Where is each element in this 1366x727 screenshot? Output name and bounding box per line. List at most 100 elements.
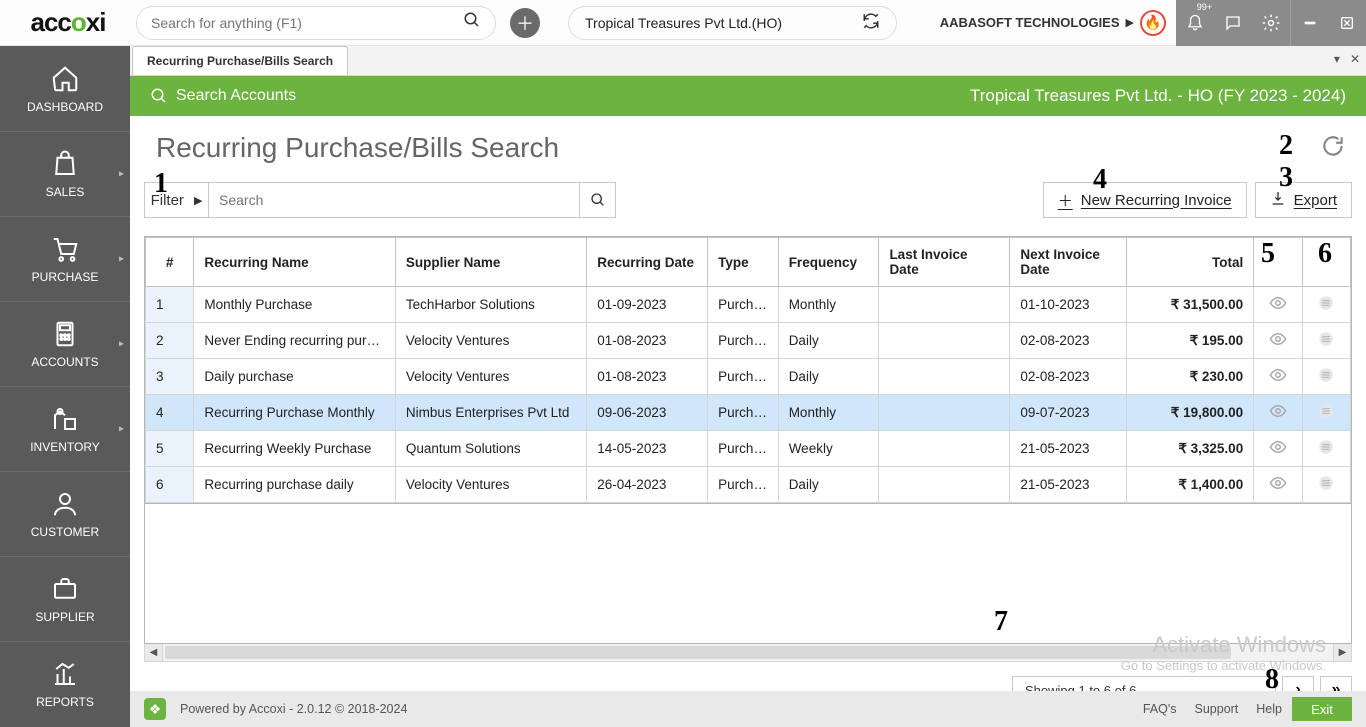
cell-supplier: Quantum Solutions — [395, 431, 586, 467]
close-window-icon[interactable] — [1328, 0, 1366, 46]
tab-close-icon[interactable]: ✕ — [1350, 52, 1360, 66]
nav-label: SUPPLIER — [35, 610, 94, 624]
cell-last — [879, 467, 1010, 503]
customer-icon — [50, 489, 80, 519]
filter-label-text: Filter — [151, 192, 184, 209]
row-menu-icon[interactable] — [1302, 323, 1350, 359]
cell-freq: Monthly — [778, 287, 879, 323]
view-icon[interactable] — [1254, 323, 1302, 359]
cell-idx: 2 — [146, 323, 194, 359]
gear-icon[interactable] — [1252, 0, 1290, 46]
company-selector[interactable]: Tropical Treasures Pvt Ltd.(HO) — [568, 6, 897, 40]
cell-idx: 4 — [146, 395, 194, 431]
scroll-right-icon[interactable]: ▶ — [1333, 644, 1351, 661]
export-button[interactable]: Export — [1255, 182, 1352, 218]
cell-rdate: 26-04-2023 — [587, 467, 708, 503]
col-type[interactable]: Type — [708, 238, 779, 287]
filter-button[interactable]: Filter ▶ — [145, 183, 209, 217]
notifications-icon[interactable]: 99+ — [1176, 0, 1214, 46]
table-header-row: # Recurring Name Supplier Name Recurring… — [146, 238, 1351, 287]
global-search-input[interactable] — [151, 15, 463, 31]
footer-faqs[interactable]: FAQ's — [1143, 702, 1177, 716]
chevron-right-icon: ▸ — [119, 339, 124, 350]
nav-accounts[interactable]: ACCOUNTS ▸ — [0, 301, 130, 386]
cell-rdate: 01-08-2023 — [587, 359, 708, 395]
cell-total: ₹ 1,400.00 — [1127, 467, 1254, 503]
new-recurring-invoice-button[interactable]: ＋ New Recurring Invoice — [1043, 182, 1247, 218]
cell-type: Purchase — [708, 395, 779, 431]
row-menu-icon[interactable] — [1302, 359, 1350, 395]
col-idx[interactable]: # — [146, 238, 194, 287]
table-row[interactable]: 5Recurring Weekly PurchaseQuantum Soluti… — [146, 431, 1351, 467]
chevron-right-icon: ▸ — [119, 169, 124, 180]
footer-help[interactable]: Help — [1256, 702, 1282, 716]
col-freq[interactable]: Frequency — [778, 238, 879, 287]
view-icon[interactable] — [1254, 359, 1302, 395]
scroll-thumb[interactable] — [165, 646, 1231, 659]
table-row[interactable]: 1Monthly PurchaseTechHarbor Solutions01-… — [146, 287, 1351, 323]
cell-type: Purchase — [708, 359, 779, 395]
row-menu-icon[interactable] — [1302, 395, 1350, 431]
cart-icon — [50, 234, 80, 264]
cell-idx: 6 — [146, 467, 194, 503]
nav-dashboard[interactable]: DASHBOARD — [0, 46, 130, 131]
row-menu-icon[interactable] — [1302, 467, 1350, 503]
footer-powered: Powered by Accoxi - 2.0.12 © 2018-2024 — [180, 702, 407, 716]
new-recurring-label: New Recurring Invoice — [1081, 192, 1232, 209]
footer-support[interactable]: Support — [1195, 702, 1239, 716]
global-search[interactable] — [136, 6, 496, 40]
chevron-right-icon[interactable]: ▶ — [1126, 16, 1134, 29]
nav-sales[interactable]: SALES ▸ — [0, 131, 130, 216]
leaf-icon: ❖ — [144, 698, 166, 720]
fire-icon[interactable]: 🔥 — [1140, 10, 1166, 36]
sync-icon[interactable] — [862, 12, 880, 33]
refresh-icon[interactable] — [1320, 133, 1346, 164]
col-menu — [1302, 238, 1350, 287]
notif-badge: 99+ — [1197, 2, 1212, 12]
col-total[interactable]: Total — [1127, 238, 1254, 287]
col-last[interactable]: Last Invoice Date — [879, 238, 1010, 287]
view-icon[interactable] — [1254, 395, 1302, 431]
tab-menu-icon[interactable]: ▾ — [1334, 52, 1340, 66]
view-icon[interactable] — [1254, 287, 1302, 323]
nav-reports[interactable]: REPORTS — [0, 641, 130, 726]
cell-total: ₹ 31,500.00 — [1127, 287, 1254, 323]
horizontal-scrollbar[interactable]: ◀ ▶ — [144, 644, 1352, 662]
col-rdate[interactable]: Recurring Date — [587, 238, 708, 287]
scroll-left-icon[interactable]: ◀ — [145, 644, 163, 661]
table-row[interactable]: 3Daily purchaseVelocity Ventures01-08-20… — [146, 359, 1351, 395]
export-label: Export — [1294, 192, 1337, 209]
view-icon[interactable] — [1254, 431, 1302, 467]
chevron-right-icon: ▸ — [119, 424, 124, 435]
tab-recurring-search[interactable]: Recurring Purchase/Bills Search — [132, 46, 348, 75]
nav-label: REPORTS — [36, 695, 94, 709]
table-row[interactable]: 2Never Ending recurring purchaseVelocity… — [146, 323, 1351, 359]
search-icon[interactable] — [463, 11, 481, 34]
filter-search-button[interactable] — [580, 182, 616, 218]
nav-purchase[interactable]: PURCHASE ▸ — [0, 216, 130, 301]
calculator-icon — [50, 319, 80, 349]
col-next[interactable]: Next Invoice Date — [1010, 238, 1127, 287]
col-view — [1254, 238, 1302, 287]
org-name[interactable]: AABASOFT TECHNOLOGIES — [940, 15, 1120, 30]
cell-name: Recurring purchase daily — [194, 467, 396, 503]
nav-inventory[interactable]: INVENTORY ▸ — [0, 386, 130, 471]
nav-supplier[interactable]: SUPPLIER — [0, 556, 130, 641]
view-icon[interactable] — [1254, 467, 1302, 503]
nav-customer[interactable]: CUSTOMER — [0, 471, 130, 556]
table-row[interactable]: 4Recurring Purchase MonthlyNimbus Enterp… — [146, 395, 1351, 431]
filter-search-input[interactable] — [209, 183, 579, 217]
cell-type: Purchase — [708, 323, 779, 359]
col-name[interactable]: Recurring Name — [194, 238, 396, 287]
row-menu-icon[interactable] — [1302, 287, 1350, 323]
main-area: Recurring Purchase/Bills Search ▾ ✕ Sear… — [130, 46, 1366, 727]
table-row[interactable]: 6Recurring purchase dailyVelocity Ventur… — [146, 467, 1351, 503]
chat-icon[interactable] — [1214, 0, 1252, 46]
add-button[interactable]: ＋ — [510, 8, 540, 38]
company-selector-label: Tropical Treasures Pvt Ltd.(HO) — [585, 15, 782, 31]
exit-button[interactable]: Exit — [1292, 697, 1352, 721]
col-supplier[interactable]: Supplier Name — [395, 238, 586, 287]
minimize-icon[interactable] — [1290, 0, 1328, 46]
cell-last — [879, 359, 1010, 395]
row-menu-icon[interactable] — [1302, 431, 1350, 467]
